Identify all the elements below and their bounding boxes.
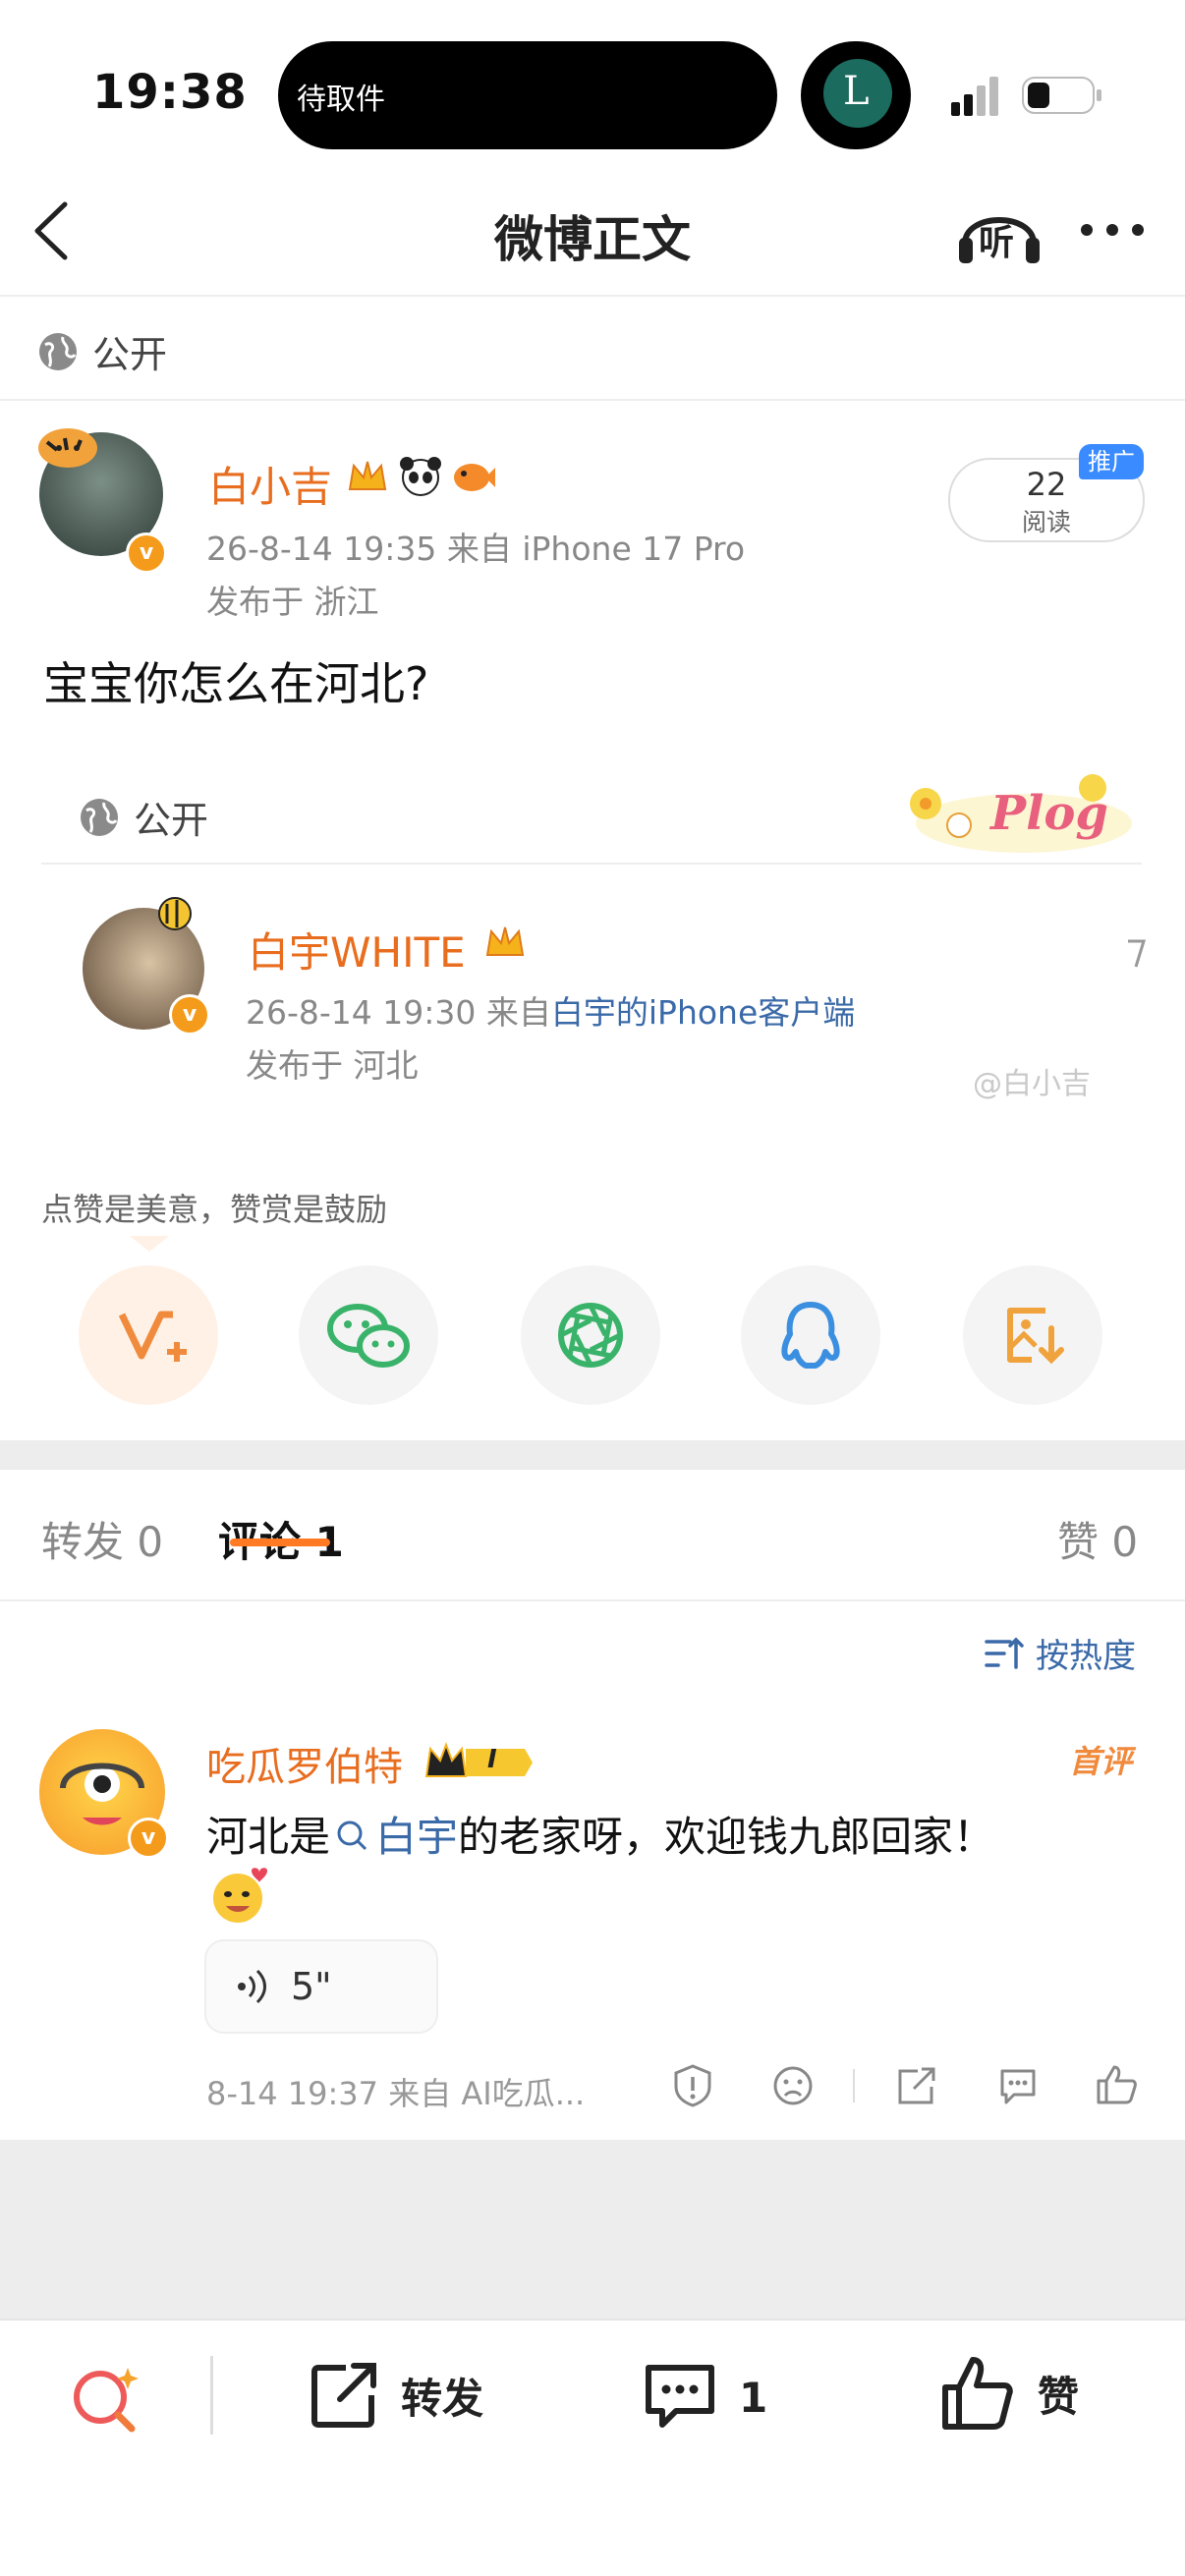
promo-badge[interactable]: 推广 <box>1079 444 1144 479</box>
verified-badge-icon: v <box>126 532 167 574</box>
voice-wave-icon <box>238 1969 266 2004</box>
plog-sticker-text: Plog <box>990 786 1108 841</box>
comment-text-before: 河北是 <box>206 1813 331 1861</box>
repost-button[interactable]: 转发 <box>307 2358 483 2433</box>
watermark: @白小吉 <box>973 1067 1091 1101</box>
visibility-row: 公开 <box>37 324 167 378</box>
retweet-location: 发布于 河北 <box>246 1046 419 1085</box>
save-image-button[interactable] <box>963 1265 1102 1405</box>
level-badge-text: I <box>487 1745 497 1774</box>
verified-badge-icon: v <box>169 994 210 1036</box>
tabs-divider <box>0 1599 1185 1601</box>
pin-icon[interactable] <box>1126 937 1146 971</box>
retweet-visibility-label: 公开 <box>134 799 209 842</box>
retweet-meta-source[interactable]: 白宇的iPhone客户端 <box>551 993 855 1032</box>
reward-button[interactable] <box>79 1265 218 1405</box>
moments-icon <box>558 1303 623 1368</box>
author-badges <box>344 452 497 499</box>
panda-icon <box>400 457 441 496</box>
comment-meta: 8-14 19:37 来自 AI吃瓜... <box>206 2075 586 2112</box>
post-author-name[interactable]: 白小吉 <box>208 454 332 514</box>
reply-icon[interactable] <box>996 2065 1040 2106</box>
bottom-divider <box>210 2356 213 2435</box>
retweet-meta: 26-8-14 19:30 来自白宇的iPhone客户端 <box>246 986 855 1034</box>
voice-message[interactable]: 5" <box>204 1939 438 2034</box>
comment-icon <box>646 2365 714 2428</box>
tiger-decoration-icon <box>33 420 102 470</box>
save-image-icon <box>1007 1308 1064 1365</box>
sort-icon <box>985 1637 1024 1669</box>
retweet-divider <box>41 863 1142 865</box>
like-comment-icon[interactable] <box>1095 2063 1138 2106</box>
ai-search-button[interactable] <box>69 2362 145 2435</box>
comment-count: 1 <box>739 2373 768 2422</box>
reward-icon <box>118 1311 187 1362</box>
crown-level-icon <box>424 1742 533 1777</box>
battery-icon <box>1022 77 1101 114</box>
post-text: 宝宝你怎么在河北? <box>43 657 429 710</box>
dislike-face-icon[interactable] <box>772 2065 814 2106</box>
globe-icon <box>39 332 77 370</box>
bee-decoration-icon <box>149 890 198 935</box>
read-label: 阅读 <box>1021 508 1071 536</box>
sort-button[interactable]: 按热度 <box>985 1629 1136 1677</box>
commenter-name[interactable]: 吃瓜罗伯特 <box>206 1735 403 1792</box>
comment-text: 河北是 白宇的老家呀，欢迎钱九郎回家！ <box>206 1804 994 1864</box>
tooltip-arrow <box>130 1236 169 1252</box>
tab-like[interactable]: 赞 0 <box>1057 1509 1138 1569</box>
voice-duration: 5" <box>291 1965 332 2008</box>
visibility-label: 公开 <box>92 333 168 376</box>
retweet-meta-time: 26-8-14 19:30 来自 <box>246 993 551 1032</box>
visibility-divider <box>0 399 1185 401</box>
share-comment-icon[interactable] <box>894 2065 937 2106</box>
like-button[interactable]: 赞 <box>939 2354 1079 2433</box>
island-app-icon: L <box>823 59 892 128</box>
section-separator <box>0 1440 1185 1470</box>
like-label: 赞 <box>1038 2372 1080 2421</box>
tab-repost[interactable]: 转发 0 <box>41 1509 163 1569</box>
post-location: 发布于 浙江 <box>206 583 379 621</box>
empty-gray-area <box>0 2140 1185 2321</box>
more-icon[interactable] <box>1077 218 1148 242</box>
wechat-icon <box>327 1304 410 1368</box>
verified-badge-icon: v <box>128 1818 169 1859</box>
comment-topic-link[interactable]: 白宇 <box>375 1813 458 1861</box>
search-link-icon <box>337 1820 367 1851</box>
island-app-letter: L <box>843 69 870 114</box>
moments-share-button[interactable] <box>521 1265 660 1405</box>
qq-share-button[interactable] <box>741 1265 880 1405</box>
crown-icon <box>348 461 387 490</box>
repost-icon <box>311 2363 376 2428</box>
globe-icon <box>81 798 118 836</box>
qq-icon <box>781 1302 840 1369</box>
retweet-visibility-row: 公开 <box>79 790 208 844</box>
fish-icon <box>454 464 495 491</box>
first-comment-badge: 首评 <box>1069 1743 1133 1780</box>
bottom-bar-divider <box>0 2319 1185 2321</box>
retweet-author-name[interactable]: 白宇WHITE <box>248 920 466 980</box>
thumbs-up-icon <box>942 2357 1013 2430</box>
report-icon[interactable] <box>672 2063 713 2108</box>
comment-text-after: 的老家呀，欢迎钱九郎回家！ <box>458 1813 995 1861</box>
wechat-share-button[interactable] <box>299 1265 438 1405</box>
repost-label: 转发 <box>401 2374 484 2423</box>
listen-button[interactable]: 听 <box>955 195 1044 267</box>
post-meta: 26-8-14 19:35 来自 iPhone 17 Pro <box>206 530 746 568</box>
reward-hint: 点赞是美意，赞赏是鼓励 <box>41 1191 388 1228</box>
island-pickup-text: 待取件 <box>297 83 385 117</box>
signal-icon <box>951 77 998 116</box>
status-time: 19:38 <box>92 65 248 120</box>
plog-sticker: Plog <box>896 764 1132 863</box>
comment-button[interactable]: 1 <box>643 2362 767 2433</box>
listen-label: 听 <box>979 223 1015 263</box>
love-emoji-icon <box>213 1868 267 1923</box>
action-divider <box>853 2069 855 2102</box>
nav-divider <box>0 295 1185 297</box>
active-tab-indicator <box>230 1539 330 1546</box>
level-badge: I <box>423 1739 536 1782</box>
crown-icon <box>485 926 525 956</box>
sort-label: 按热度 <box>1036 1637 1136 1676</box>
